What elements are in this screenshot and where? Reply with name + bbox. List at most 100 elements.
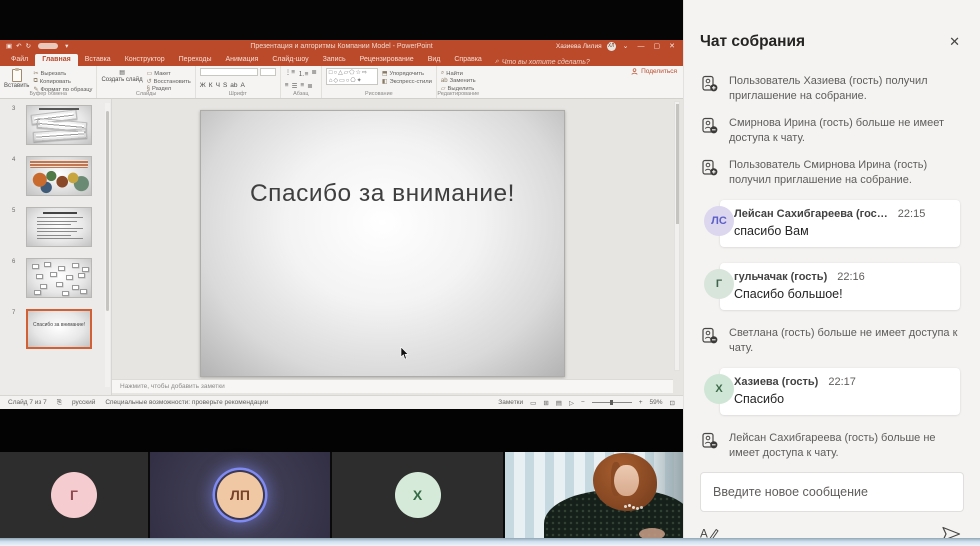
thumbnail-slide-text: Спасибо за внимание!: [28, 322, 90, 328]
list-buttons[interactable]: ⋮≡⒈≡≣: [285, 68, 317, 78]
save-icon[interactable]: ▣: [6, 42, 12, 50]
close-icon[interactable]: ✕: [945, 32, 964, 52]
align-buttons[interactable]: ≡☰≡≣: [285, 82, 313, 90]
font-style-button-S[interactable]: S: [223, 82, 227, 89]
font-size-box[interactable]: [260, 68, 276, 76]
slide-thumbnail-5[interactable]: 5: [26, 207, 103, 247]
paste-button[interactable]: Вставить: [4, 68, 29, 89]
font-style-button-К[interactable]: К: [209, 82, 213, 89]
tab-Справка[interactable]: Справка: [447, 54, 488, 66]
redo-icon[interactable]: ↻: [26, 42, 31, 50]
font-name-box[interactable]: [200, 68, 258, 76]
participant-tile-Г[interactable]: Г: [0, 452, 148, 538]
close-window-button[interactable]: ✕: [667, 42, 677, 50]
ribbon-item-Найти[interactable]: ⌕Найти: [441, 70, 476, 77]
avatar: ЛС: [704, 206, 734, 236]
slideshow-icon[interactable]: ▷: [569, 399, 574, 407]
language-label[interactable]: русский: [72, 399, 95, 406]
tab-Переходы[interactable]: Переходы: [172, 54, 219, 66]
undo-icon[interactable]: ↶: [16, 42, 21, 50]
tab-Файл[interactable]: Файл: [4, 54, 35, 66]
thumb-diagram-box: [40, 284, 47, 289]
sender-name: Лейсан Сахибгареева (гос…: [734, 208, 888, 220]
autosave-toggle[interactable]: [38, 43, 58, 49]
thumb-diagram-box: [32, 264, 39, 269]
system-message-text: Светлана (гость) больше не имеет доступа…: [729, 326, 962, 355]
accessibility-label[interactable]: Специальные возможности: проверьте реком…: [105, 399, 268, 406]
participant-tile-ЛП[interactable]: ЛП: [150, 452, 330, 538]
maximize-button[interactable]: ▢: [652, 42, 663, 50]
ribbon-item-Заменить[interactable]: abЗаменить: [441, 78, 476, 84]
tab-Слайд-шоу[interactable]: Слайд-шоу: [265, 54, 315, 66]
slide-thumbnail-4[interactable]: 4: [26, 156, 103, 196]
webcam-necklace: [628, 504, 631, 507]
tab-Вставка[interactable]: Вставка: [78, 54, 118, 66]
tab-Анимация[interactable]: Анимация: [218, 54, 265, 66]
tab-Рецензирование[interactable]: Рецензирование: [353, 54, 421, 66]
minimize-button[interactable]: —: [636, 43, 647, 50]
tab-Запись[interactable]: Запись: [316, 54, 353, 66]
font-style-button-А[interactable]: А: [241, 82, 245, 89]
slide-sorter-icon[interactable]: ⊞: [543, 399, 548, 407]
ppt-workspace: 3 4 5 6 7Спасибо за внимание! Спасибо за вни…: [0, 99, 683, 395]
ribbon-item-Копировать[interactable]: ⧉Копировать: [33, 78, 92, 85]
ribbon-item-Экспресс-стили[interactable]: ◧Экспресс-стили: [382, 78, 432, 85]
ribbon-item-label: Макет: [154, 71, 170, 77]
chat-header: Чат собрания ✕: [684, 0, 980, 64]
qat-dropdown-icon[interactable]: ▾: [65, 42, 68, 50]
share-button[interactable]: Поделиться: [631, 68, 677, 75]
chat-message-card[interactable]: ХХазиева (гость)22:17Спасибо: [720, 368, 960, 415]
notes-toggle[interactable]: Заметки: [498, 399, 523, 406]
message-input[interactable]: Введите новое сообщение: [700, 472, 964, 512]
participant-avatar: Г: [51, 472, 97, 518]
thumbnail-scrollbar[interactable]: [105, 103, 110, 387]
thumbnail-art-text: [26, 207, 92, 247]
tab-Главная[interactable]: Главная: [35, 54, 77, 66]
thumb-diagram-box: [80, 289, 87, 294]
slide-thumbnail-6[interactable]: 6: [26, 258, 103, 298]
system-message: Лейсан Сахибгареева (гость) больше не им…: [701, 431, 962, 460]
ribbon-tab-strip: ФайлГлавнаяВставкаКонструкторПереходыАни…: [0, 52, 683, 66]
ribbon-item-Макет[interactable]: ▭Макет: [147, 70, 191, 77]
ribbon-group-drawing: □○△▱⬠☆⇨⌂◇▭○⎔✦ ⬒Упорядочить◧Экспресс-стил…: [322, 66, 437, 98]
spellcheck-icon[interactable]: ⎘: [57, 399, 62, 407]
fit-slide-icon[interactable]: ⊡: [670, 399, 675, 407]
ribbon-group-clipboard: Вставить ✂Вырезать⧉Копировать✎Формат по …: [0, 66, 97, 98]
normal-view-icon[interactable]: ▭: [530, 399, 536, 407]
ribbon-item-Вырезать[interactable]: ✂Вырезать: [33, 70, 92, 77]
ribbon-item-Восстановить[interactable]: ↺Восстановить: [147, 78, 191, 85]
font-style-button-ab[interactable]: ab: [230, 82, 237, 89]
system-message: Пользователь Смирнова Ирина (гость) полу…: [701, 158, 962, 187]
thumb-title-line: [39, 108, 79, 110]
ribbon-options-icon[interactable]: ⌄: [621, 42, 631, 50]
participant-tile-Х[interactable]: Х: [332, 452, 503, 538]
participant-video-strip: Г ЛПХ: [0, 452, 683, 538]
font-style-button-Ж[interactable]: Ж: [200, 82, 206, 89]
zoom-in-icon[interactable]: +: [639, 399, 643, 406]
system-message-text: Пользователь Смирнова Ирина (гость) полу…: [729, 158, 962, 187]
zoom-level[interactable]: 59%: [650, 399, 663, 406]
account-avatar[interactable]: ХЛ: [607, 42, 616, 51]
slide-thumbnail-7[interactable]: 7Спасибо за внимание!: [26, 309, 103, 349]
tell-me-search[interactable]: ⌕Что вы хотите сделать?: [495, 58, 590, 66]
tab-Вид[interactable]: Вид: [421, 54, 448, 66]
chat-message-card[interactable]: Ггульчачак (гость)22:16Спасибо большое!: [720, 263, 960, 310]
zoom-slider[interactable]: [592, 402, 632, 403]
thumb-diagram-box: [82, 267, 89, 272]
participant-video-tile[interactable]: [505, 452, 683, 538]
reading-view-icon[interactable]: ▤: [556, 399, 562, 407]
shapes-gallery[interactable]: □○△▱⬠☆⇨⌂◇▭○⎔✦: [326, 68, 378, 85]
zoom-out-icon[interactable]: −: [581, 399, 585, 406]
new-slide-button[interactable]: ▤ Создать слайд: [101, 68, 142, 83]
search-icon: ⌕: [495, 58, 499, 66]
chat-message-card[interactable]: ЛСЛейсан Сахибгареева (гос…22:15спасибо …: [720, 200, 960, 247]
current-slide[interactable]: Спасибо за внимание!: [200, 110, 565, 377]
canvas-scrollbar[interactable]: [674, 101, 680, 371]
slide-thumbnail-3[interactable]: 3: [26, 105, 103, 145]
message-text: Спасибо большое!: [734, 287, 948, 301]
notes-pane[interactable]: Нажмите, чтобы добавить заметки: [112, 379, 673, 393]
tab-Конструктор[interactable]: Конструктор: [118, 54, 172, 66]
drawing-icon: ⬒: [382, 70, 388, 77]
ribbon-item-Упорядочить[interactable]: ⬒Упорядочить: [382, 70, 432, 77]
font-style-button-Ч[interactable]: Ч: [216, 82, 220, 89]
